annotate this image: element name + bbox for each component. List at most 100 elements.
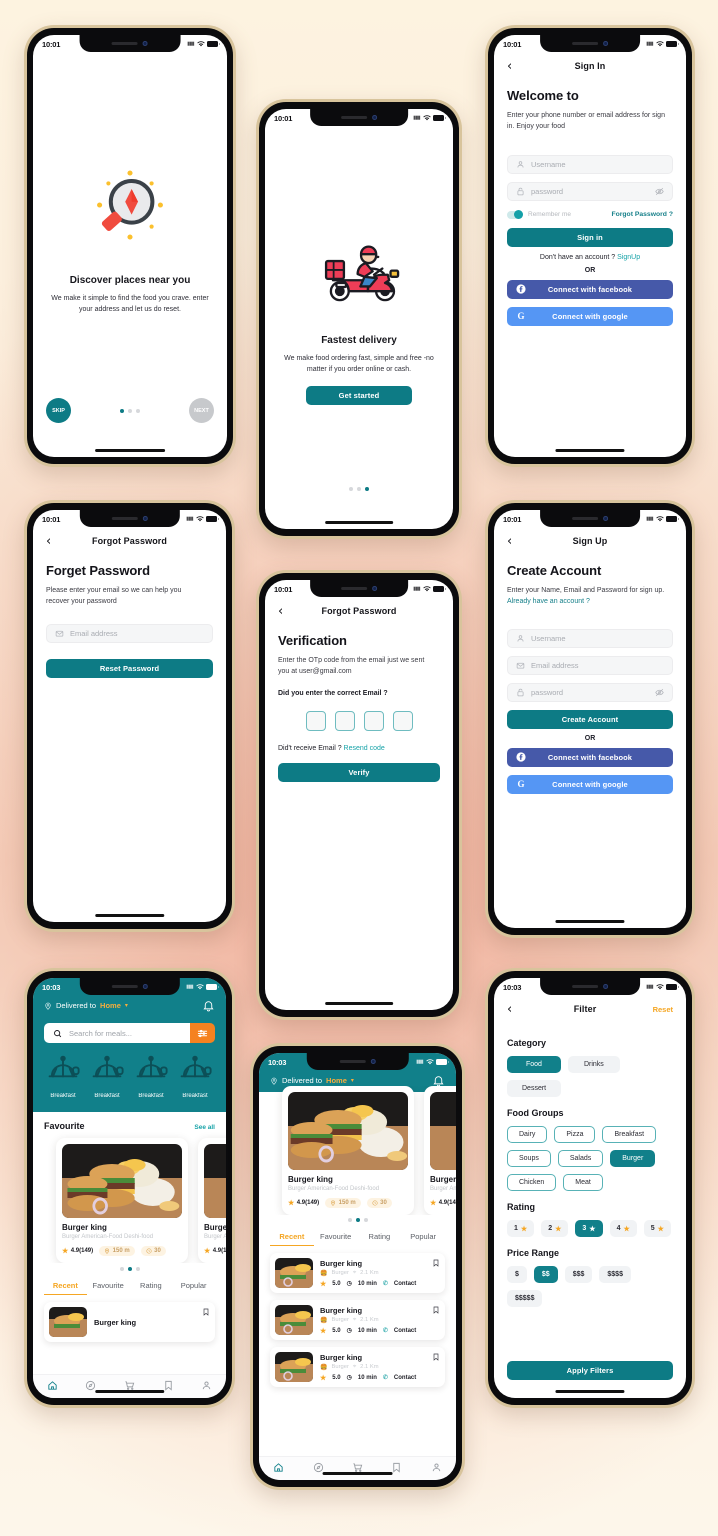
notification-bell-icon[interactable] (202, 999, 215, 1012)
chip-soups[interactable]: Soups (507, 1150, 551, 1167)
chip-breakfast[interactable]: Breakfast (602, 1126, 657, 1143)
chip-burger[interactable]: Burger (610, 1150, 656, 1167)
otp-input-group[interactable] (278, 710, 440, 731)
eye-off-icon[interactable] (655, 187, 664, 196)
chip-food[interactable]: Food (507, 1056, 561, 1073)
chip-rating-3[interactable]: 3 ★ (575, 1220, 603, 1237)
chip-price-4[interactable]: $$$$ (599, 1266, 631, 1283)
person-icon[interactable] (201, 1378, 212, 1390)
chip-rating-2[interactable]: 2 ★ (541, 1220, 569, 1237)
forgot-password-link[interactable]: Forgot Password ? (611, 211, 673, 218)
food-group-chips[interactable]: Dairy Pizza Breakfast Soups Salads Burge… (507, 1126, 673, 1191)
cart-icon[interactable] (124, 1378, 135, 1390)
category-item[interactable]: Breakfast (44, 1054, 82, 1099)
tab-recent[interactable]: Recent (270, 1232, 314, 1246)
list-item[interactable]: Burger king 🍔 Burger ⌖ 2.1 Km ★ 5.0 ◷ 10 m… (270, 1253, 445, 1293)
email-field[interactable]: Email address (46, 623, 213, 643)
search-input[interactable]: Search for meals... (44, 1023, 190, 1043)
google-login-button[interactable]: G Connect with google (507, 306, 673, 326)
signup-link[interactable]: SignUp (617, 254, 640, 261)
bottom-tab-bar[interactable] (259, 1456, 456, 1480)
skip-button[interactable]: SKIP (46, 398, 71, 423)
bookmark-icon[interactable] (202, 1307, 210, 1317)
category-chips[interactable]: Food Drinks Dessert (507, 1056, 673, 1097)
remember-me-toggle[interactable] (507, 210, 523, 220)
category-item[interactable]: Breakfast (176, 1054, 214, 1099)
phone-icon[interactable]: ✆ (383, 1374, 388, 1381)
page-dot[interactable] (128, 408, 132, 413)
category-item[interactable]: Breakfast (132, 1054, 170, 1099)
page-dot[interactable] (363, 1218, 368, 1222)
food-card[interactable]: Burger king Burger American-Food Deshi-f… (198, 1138, 226, 1264)
chip-chicken[interactable]: Chicken (507, 1174, 557, 1191)
chevron-down-icon[interactable]: ▾ (125, 1002, 128, 1009)
otp-box[interactable] (392, 710, 413, 731)
username-field[interactable]: Username (507, 628, 673, 648)
page-dot[interactable] (357, 487, 361, 491)
otp-box[interactable] (305, 710, 326, 731)
page-dot[interactable] (120, 408, 124, 413)
bottom-tab-bar[interactable] (33, 1374, 226, 1398)
chip-dessert[interactable]: Dessert (507, 1080, 562, 1097)
sort-tabs[interactable]: Recent Favourite Rating Popular (259, 1222, 456, 1246)
facebook-login-button[interactable]: Connect with facebook (507, 747, 673, 767)
food-card[interactable]: Burger king Burger American-Food Deshi-f… (424, 1086, 456, 1215)
page-dot[interactable] (136, 408, 140, 413)
otp-box[interactable] (363, 710, 384, 731)
bookmark-icon[interactable] (432, 1352, 440, 1362)
email-field[interactable]: Email address (507, 655, 673, 675)
chip-price-1[interactable]: $ (507, 1266, 527, 1283)
tab-popular[interactable]: Popular (401, 1232, 445, 1246)
chip-meat[interactable]: Meat (563, 1174, 603, 1191)
home-icon[interactable] (273, 1460, 284, 1472)
chip-price-5[interactable]: $$$$$ (507, 1290, 543, 1307)
tab-rating[interactable]: Rating (358, 1232, 402, 1246)
page-dot[interactable] (355, 1218, 360, 1222)
contact-label[interactable]: Contact (394, 1281, 416, 1287)
resend-code-link[interactable]: Resend code (344, 745, 385, 752)
list-item[interactable]: Burger king 🍔 Burger ⌖ 2.1 Km ★ 5.0 ◷ 10 m… (270, 1300, 445, 1340)
phone-icon[interactable]: ✆ (383, 1280, 388, 1287)
bookmark-icon[interactable] (432, 1305, 440, 1315)
cart-icon[interactable] (352, 1460, 363, 1472)
get-started-button[interactable]: Get started (306, 386, 412, 406)
chip-drinks[interactable]: Drinks (567, 1056, 620, 1073)
password-field[interactable]: password (507, 181, 673, 201)
food-card[interactable]: Burger king Burger American-Food Deshi-f… (56, 1138, 188, 1264)
compass-icon[interactable] (313, 1460, 324, 1473)
tab-rating[interactable]: Rating (130, 1281, 173, 1295)
location-value[interactable]: Home (326, 1076, 347, 1085)
rating-chips[interactable]: 1 ★ 2 ★ 3 ★ 4 ★ 5 ★ (507, 1220, 673, 1237)
chip-rating-4[interactable]: 4 ★ (609, 1220, 637, 1237)
already-have-account-link[interactable]: Already have an account ? (507, 598, 590, 605)
filter-button[interactable] (190, 1023, 215, 1043)
chevron-down-icon[interactable]: ▾ (351, 1077, 354, 1084)
otp-box[interactable] (334, 710, 355, 731)
page-dot[interactable] (127, 1267, 132, 1272)
home-icon[interactable] (47, 1378, 58, 1390)
category-item[interactable]: Breakfast (88, 1054, 126, 1099)
google-login-button[interactable]: G Connect with google (507, 774, 673, 794)
back-icon[interactable]: ‹ (46, 535, 62, 548)
password-field[interactable]: password (507, 682, 673, 702)
page-dot[interactable] (349, 487, 353, 491)
favourite-cards[interactable]: Burger king Burger American-Food Deshi-f… (259, 1086, 456, 1215)
apply-filters-button[interactable]: Apply Filters (507, 1361, 673, 1380)
tab-popular[interactable]: Popular (172, 1281, 215, 1295)
back-icon[interactable]: ‹ (507, 60, 523, 73)
page-dot[interactable] (347, 1218, 352, 1222)
see-all-link[interactable]: See all (194, 1124, 215, 1131)
contact-label[interactable]: Contact (394, 1328, 416, 1334)
food-card[interactable]: Burger king Burger American-Food Deshi-f… (282, 1086, 414, 1215)
chip-salads[interactable]: Salads (557, 1150, 604, 1167)
tab-recent[interactable]: Recent (44, 1281, 87, 1296)
sign-in-button[interactable]: Sign in (507, 227, 673, 247)
next-button[interactable]: NEXT (189, 398, 214, 423)
compass-icon[interactable] (85, 1378, 96, 1391)
chip-rating-1[interactable]: 1 ★ (507, 1220, 535, 1237)
chip-pizza[interactable]: Pizza (554, 1126, 596, 1143)
person-icon[interactable] (431, 1460, 442, 1472)
list-item[interactable]: Burger king 🍔 Burger ⌖ 2.1 Km ★ 5.0 ◷ 10 m… (270, 1347, 445, 1387)
tab-favourite[interactable]: Favourite (314, 1232, 358, 1246)
create-account-button[interactable]: Create Account (507, 709, 673, 729)
